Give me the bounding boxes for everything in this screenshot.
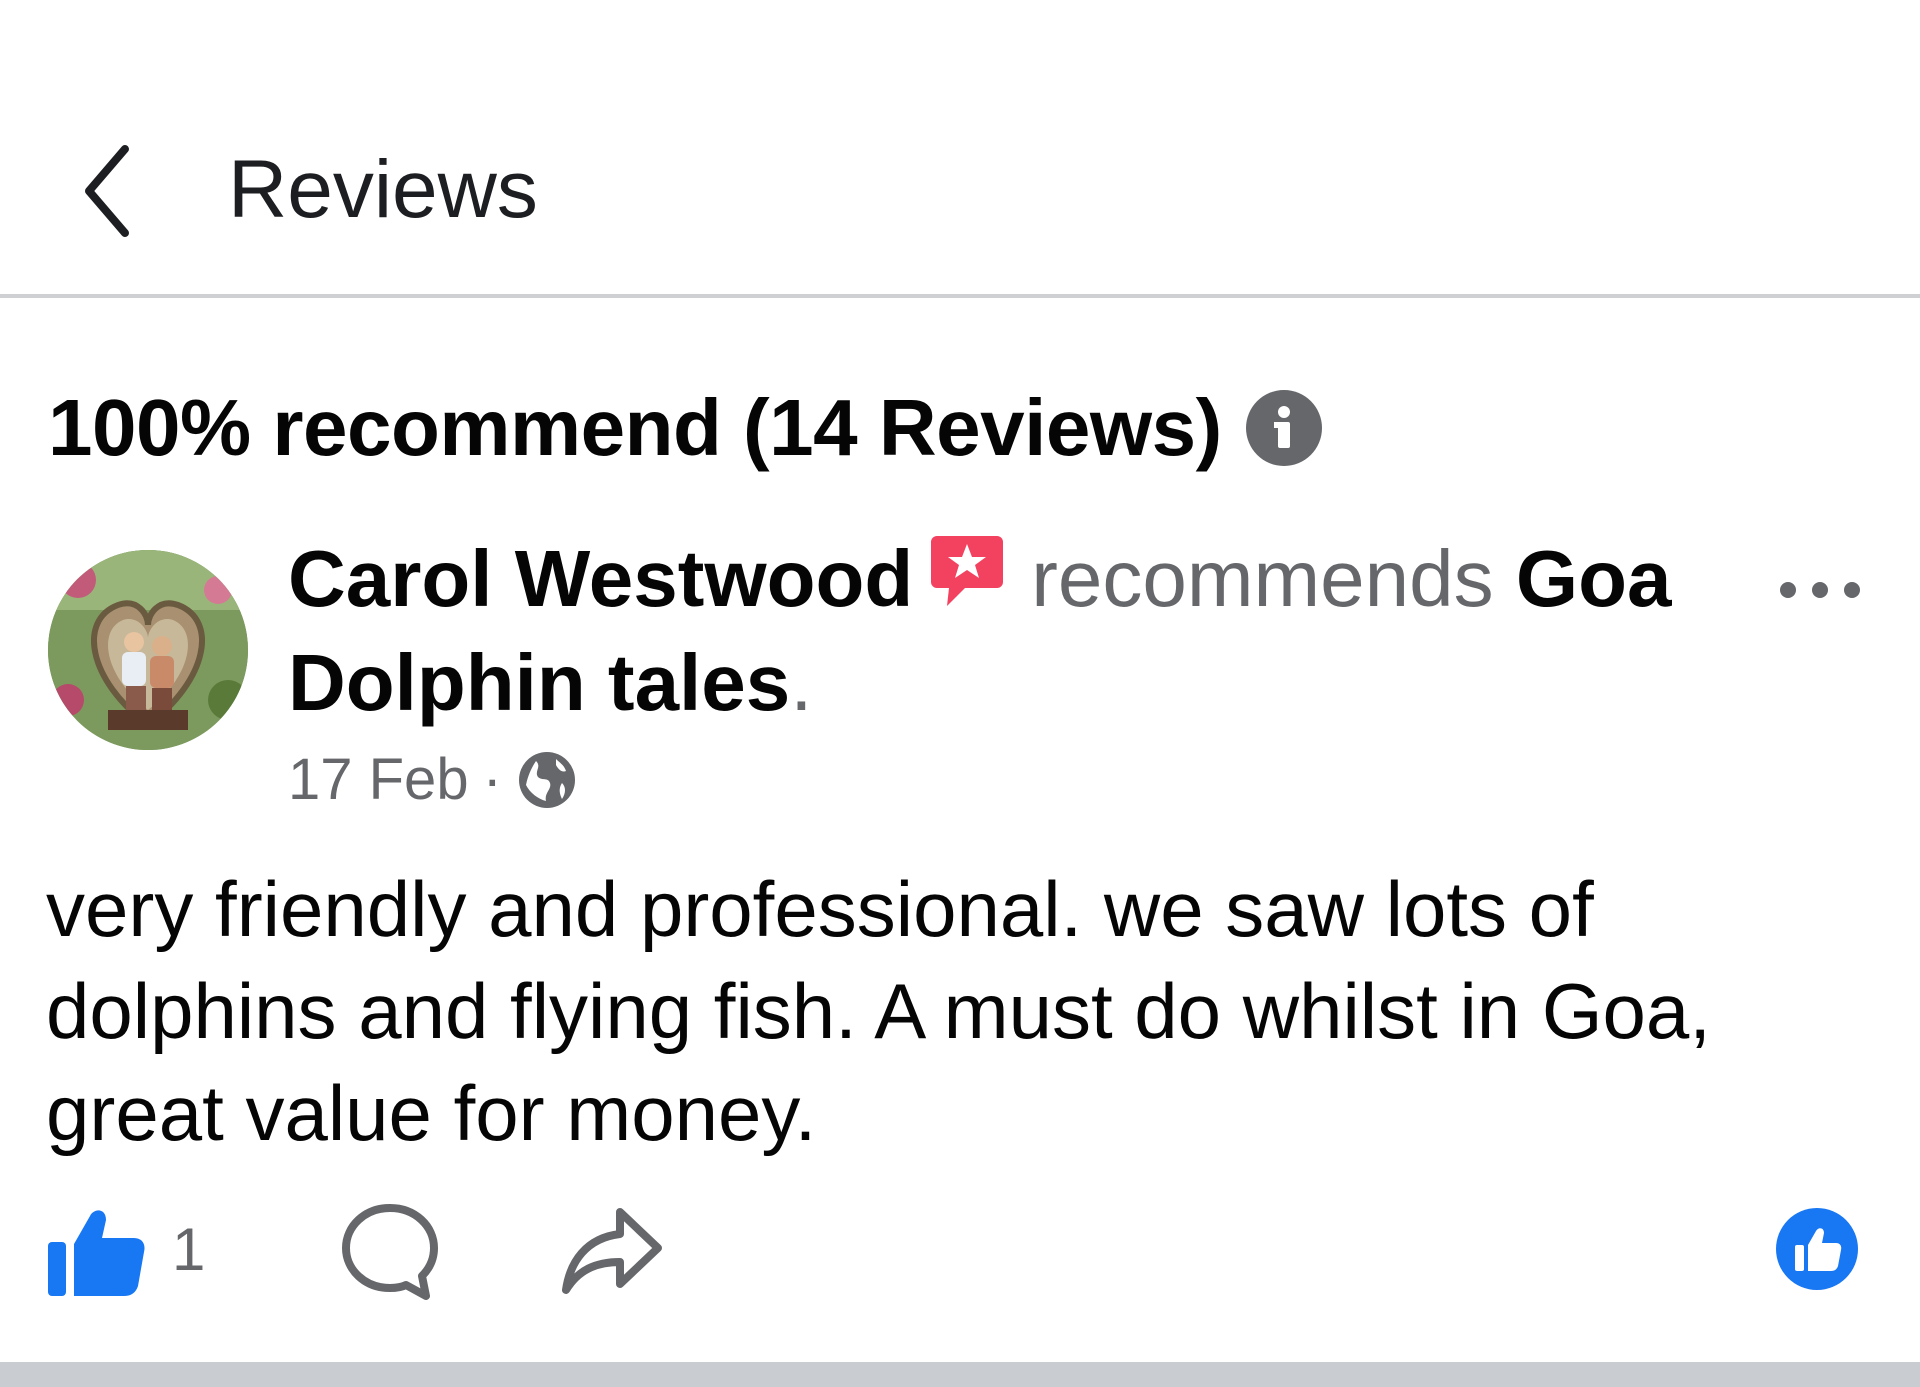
like-count: 1 xyxy=(172,1216,206,1283)
reviewer-name[interactable]: Carol Westwood xyxy=(288,534,913,623)
sentence-period: . xyxy=(790,638,813,727)
recommend-star-icon xyxy=(929,532,1005,634)
header-divider xyxy=(0,294,1920,298)
back-button[interactable] xyxy=(62,136,152,246)
recommends-verb: recommends xyxy=(1031,534,1494,623)
bottom-divider xyxy=(0,1362,1920,1387)
avatar[interactable] xyxy=(48,550,248,750)
more-options-button[interactable] xyxy=(1760,560,1880,620)
summary-text: 100% recommend (14 Reviews) xyxy=(48,383,1222,472)
more-horizontal-icon xyxy=(1780,582,1860,598)
recommendation-summary: 100% recommend (14 Reviews) xyxy=(48,378,1322,478)
thumbs-up-icon xyxy=(48,1210,145,1296)
action-bar: 1 xyxy=(0,1190,1920,1320)
share-button[interactable] xyxy=(560,1204,664,1305)
review-date[interactable]: 17 Feb xyxy=(288,740,469,820)
like-button[interactable]: 1 xyxy=(46,1200,205,1300)
share-arrow-icon xyxy=(562,1208,662,1294)
review-text: very friendly and professional. we saw l… xyxy=(46,865,1711,1157)
meta-separator: · xyxy=(482,747,502,812)
info-icon[interactable] xyxy=(1245,390,1322,466)
like-reaction-icon[interactable] xyxy=(1776,1208,1858,1290)
comment-bubble-icon xyxy=(342,1204,438,1300)
review-meta: 17 Feb · xyxy=(288,740,578,820)
chevron-left-icon xyxy=(85,145,129,237)
page-title: Reviews xyxy=(228,144,538,235)
comment-button[interactable] xyxy=(340,1202,440,1307)
globe-icon xyxy=(518,752,575,808)
review-header: Carol Westwood recommends Goa Dolphin ta… xyxy=(288,530,1708,732)
top-bar: Reviews xyxy=(0,0,1920,296)
